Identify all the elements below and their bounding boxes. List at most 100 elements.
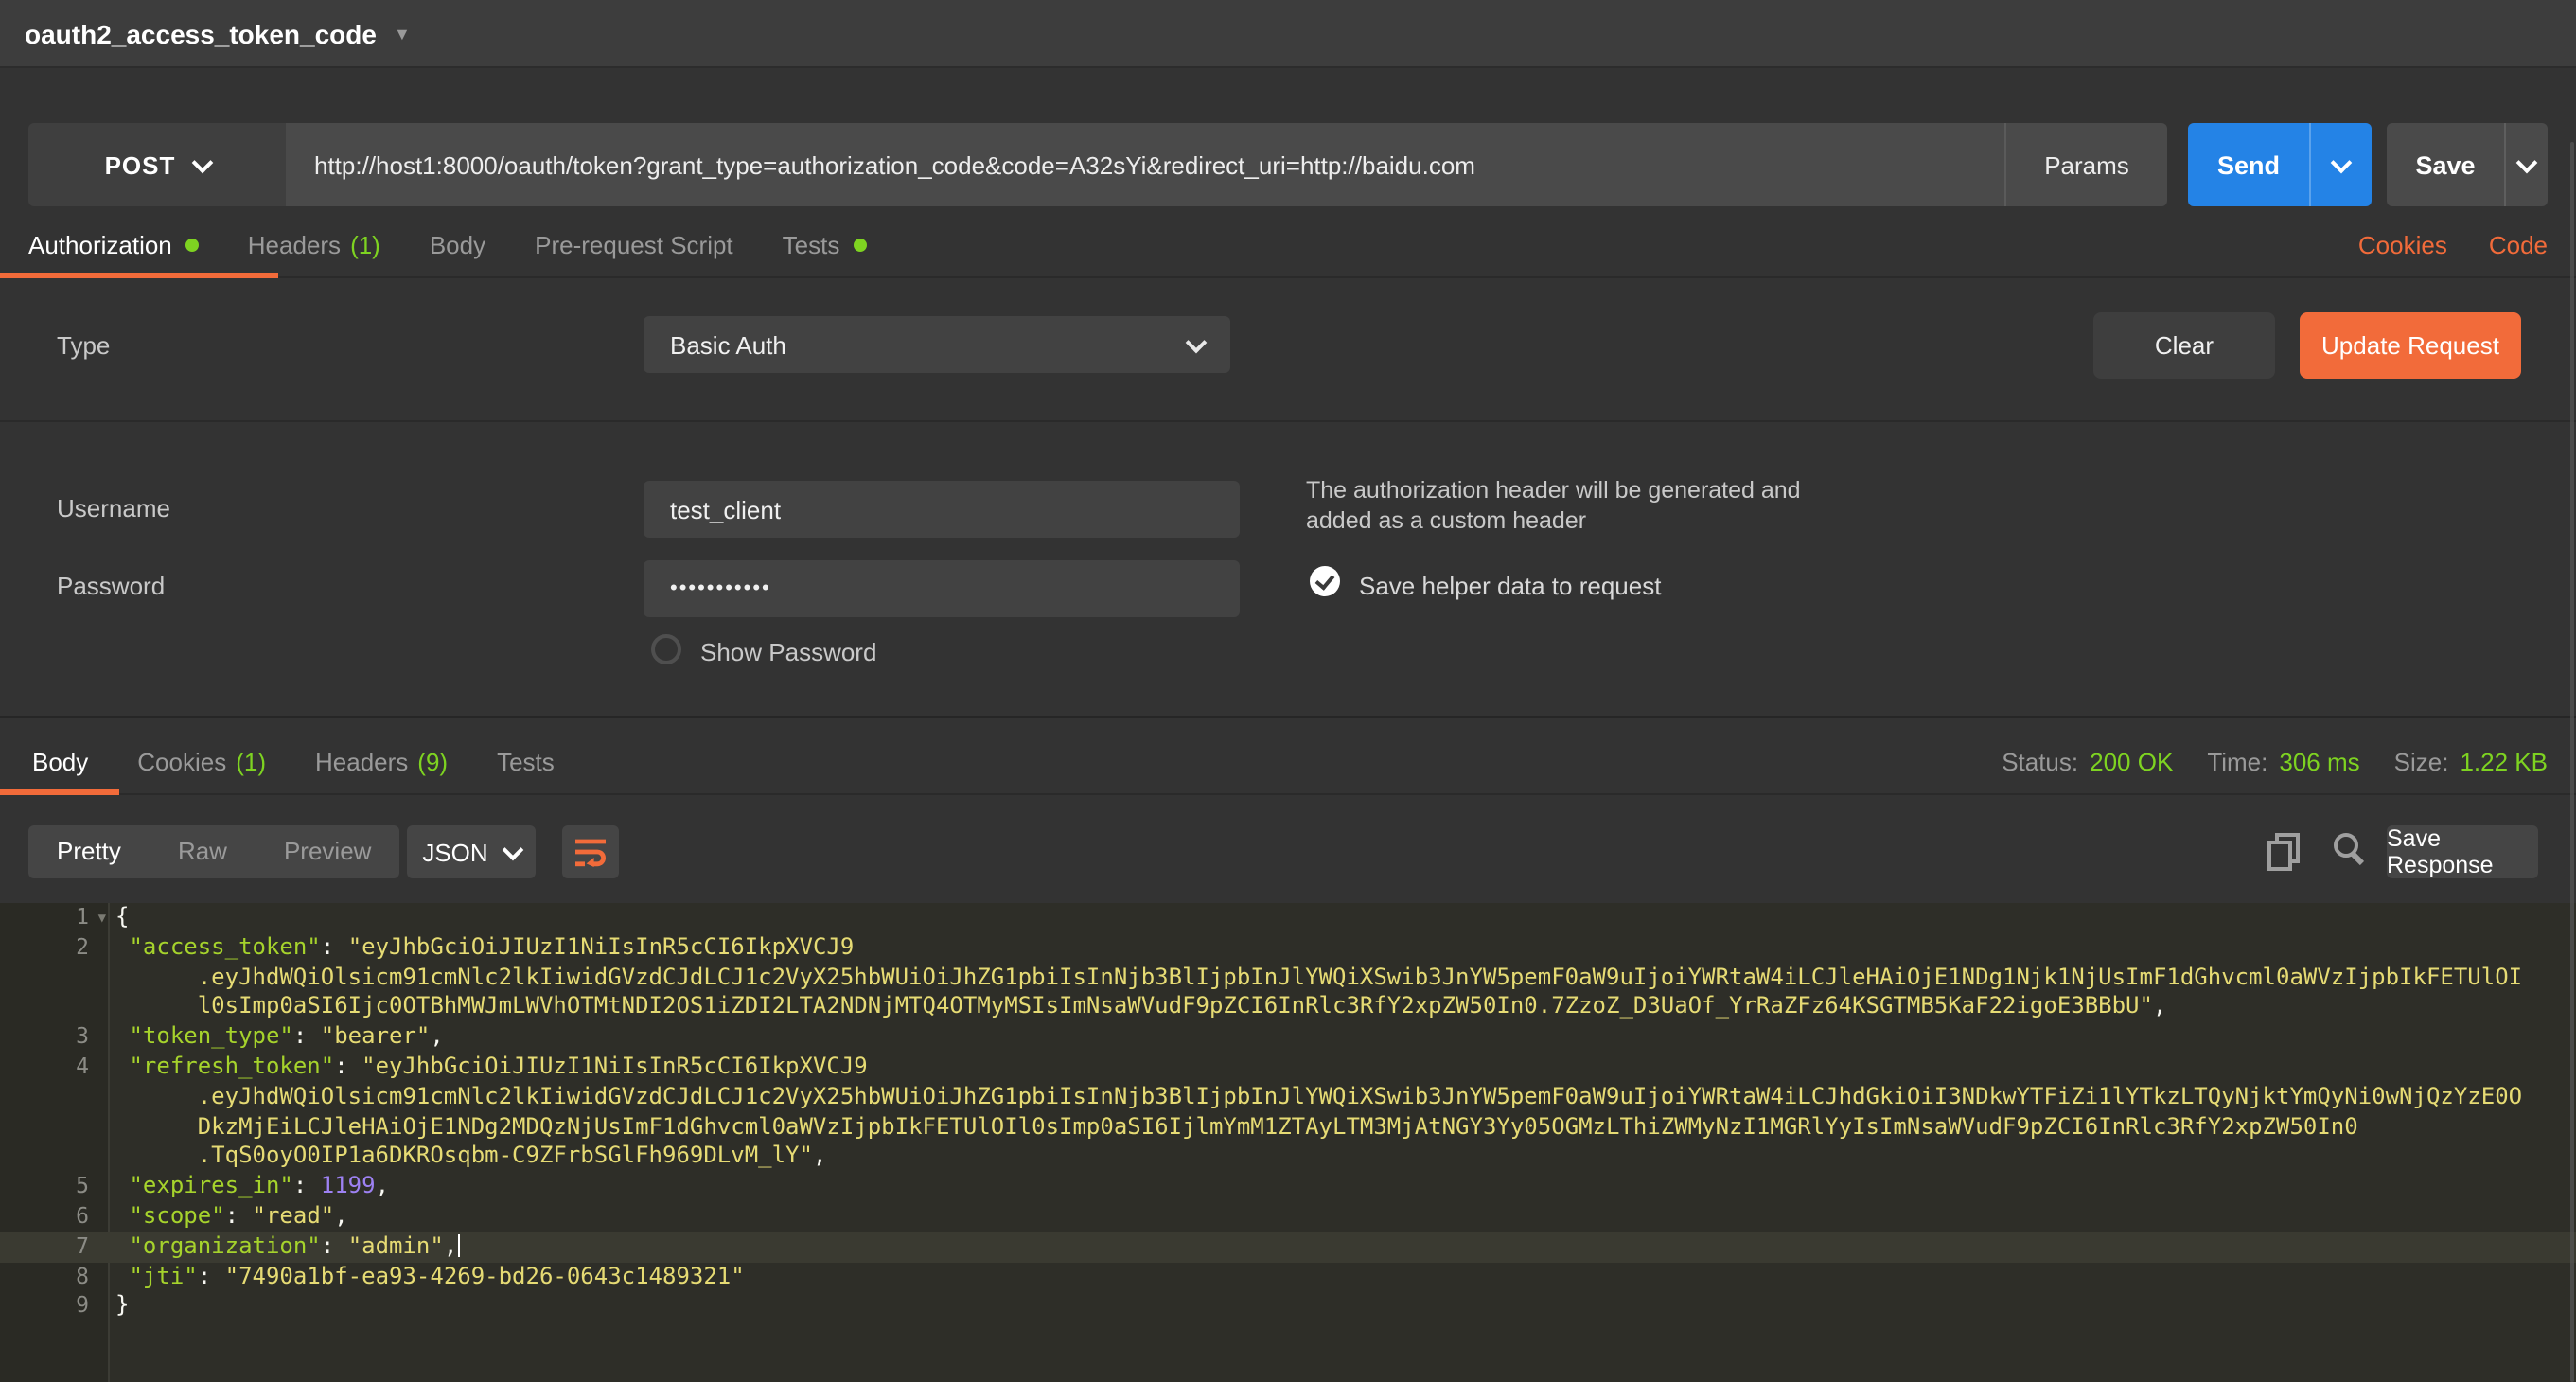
tab-dropdown-caret-icon[interactable]: ▼ [394, 24, 411, 43]
request-tabs: Authorization Headers (1) Body Pre-reque… [0, 212, 2576, 278]
password-input[interactable]: ••••••••••• [644, 560, 1240, 617]
code-line: DkzMjEiLCJleHAiOjE1NDg2MDQzNjUsImF1dGhvc… [0, 1112, 2576, 1143]
active-tab-underline [0, 273, 278, 278]
code-text: "access_token": "eyJhbGciOiJIUzI1NiIsInR… [108, 933, 2576, 964]
response-view-switch: Pretty Raw Preview [28, 825, 399, 878]
code-text: "jti": "7490a1bf-ea93-4269-bd26-0643c148… [108, 1262, 2576, 1292]
line-number: 7 [0, 1232, 108, 1263]
time-value: 306 ms [2279, 747, 2359, 775]
username-input[interactable]: test_client [644, 481, 1240, 538]
code-text: "refresh_token": "eyJhbGciOiJIUzI1NiIsIn… [108, 1053, 2576, 1083]
send-button[interactable]: Send [2188, 123, 2309, 206]
auth-type-dropdown[interactable]: Basic Auth [644, 316, 1230, 373]
url-group: POST http://host1:8000/oauth/token?grant… [28, 123, 2167, 206]
token-punc: , [444, 1232, 457, 1259]
token-str: "admin" [348, 1232, 444, 1259]
token-punc: : [293, 1022, 321, 1049]
request-builder-row: POST http://host1:8000/oauth/token?grant… [28, 123, 2548, 206]
show-password-label: Show Password [700, 638, 876, 666]
copy-icon[interactable] [2267, 833, 2298, 867]
scrollbar[interactable] [2570, 142, 2574, 1382]
url-value: http://host1:8000/oauth/token?grant_type… [314, 151, 1475, 179]
tab-pre-request-script[interactable]: Pre-request Script [510, 212, 758, 276]
fold-caret-icon[interactable]: ▼ [98, 905, 106, 935]
corner-links: Cookies Code [2358, 230, 2548, 258]
tab-label: Tests [783, 230, 840, 258]
method-dropdown[interactable]: POST [28, 123, 286, 206]
code-line: 2 "access_token": "eyJhbGciOiJIUzI1NiIsI… [0, 933, 2576, 964]
code-text: "scope": "read", [108, 1202, 2576, 1232]
code-line: 9} [0, 1292, 2576, 1322]
tab-authorization[interactable]: Authorization [0, 212, 223, 276]
save-helper-checkbox[interactable] [1310, 566, 1340, 596]
response-tab-tests[interactable]: Tests [472, 729, 579, 793]
token-str: .TqS0oyO0IP1a6DKROsqbm-C9ZFrbSGlFh969DLv… [198, 1143, 813, 1169]
response-tab-body[interactable]: Body [0, 729, 113, 793]
token-punc: , [334, 1202, 347, 1229]
token-punc: , [2153, 993, 2166, 1019]
code-line: .eyJhdWQiOlsicm91cmNlc2lkIiwidGVzdCJdLCJ… [0, 1083, 2576, 1113]
response-tab-cookies[interactable]: Cookies (1) [113, 729, 291, 793]
code-text: .eyJhdWQiOlsicm91cmNlc2lkIiwidGVzdCJdLCJ… [108, 963, 2576, 993]
tab-tests[interactable]: Tests [758, 212, 891, 276]
save-button[interactable]: Save [2387, 123, 2504, 206]
response-tabs: Body Cookies (1) Headers (9) Tests Statu… [0, 729, 2576, 795]
token-str: "read" [253, 1202, 335, 1229]
size-value: 1.22 KB [2460, 747, 2548, 775]
response-tab-headers[interactable]: Headers (9) [291, 729, 472, 793]
tab-count: (1) [350, 230, 380, 258]
status-label: Status: [2002, 747, 2078, 775]
code-link[interactable]: Code [2489, 230, 2548, 258]
save-options-button[interactable] [2504, 123, 2548, 206]
code-lines: 1▼{2 "access_token": "eyJhbGciOiJIUzI1Ni… [0, 903, 2576, 1321]
view-pretty-button[interactable]: Pretty [28, 825, 150, 878]
wrap-text-button[interactable] [562, 825, 619, 878]
params-button[interactable]: Params [2004, 123, 2167, 206]
status-value: 200 OK [2090, 747, 2173, 775]
postman-window: oauth2_access_token_code ▼ POST http://h… [0, 0, 2576, 1382]
line-number [0, 993, 108, 1023]
code-line: 6 "scope": "read", [0, 1202, 2576, 1232]
line-number: 5 [0, 1172, 108, 1202]
line-number [0, 1083, 108, 1113]
response-body-editor[interactable]: 1▼{2 "access_token": "eyJhbGciOiJIUzI1Ni… [0, 903, 2576, 1382]
response-format-dropdown[interactable]: JSON [407, 825, 536, 878]
update-request-button[interactable]: Update Request [2300, 312, 2521, 379]
code-line: .TqS0oyO0IP1a6DKROsqbm-C9ZFrbSGlFh969DLv… [0, 1143, 2576, 1173]
tab-label: Body [430, 230, 485, 258]
text-cursor [457, 1234, 460, 1257]
divider [0, 420, 2576, 422]
cookies-link[interactable]: Cookies [2358, 230, 2447, 258]
send-options-button[interactable] [2309, 123, 2372, 206]
tab-body[interactable]: Body [405, 212, 510, 276]
token-key: "expires_in" [129, 1172, 292, 1198]
format-label: JSON [422, 838, 487, 866]
code-text: .TqS0oyO0IP1a6DKROsqbm-C9ZFrbSGlFh969DLv… [108, 1143, 2576, 1173]
code-line: l0sImp0aSI6Ijc0OTBhMWJmLWVhOTMtNDI2OS1iZ… [0, 993, 2576, 1023]
token-str: l0sImp0aSI6Ijc0OTBhMWJmLWVhOTMtNDI2OS1iZ… [198, 993, 2153, 1019]
code-line: 5 "expires_in": 1199, [0, 1172, 2576, 1202]
token-punc: : [321, 933, 348, 960]
clear-button[interactable]: Clear [2093, 312, 2275, 379]
note-line: The authorization header will be generat… [1306, 475, 1801, 505]
size-label: Size: [2394, 747, 2449, 775]
search-icon[interactable] [2334, 833, 2366, 865]
request-tab-title[interactable]: oauth2_access_token_code [25, 18, 377, 48]
active-tab-underline [0, 789, 119, 795]
url-input[interactable]: http://host1:8000/oauth/token?grant_type… [286, 123, 2004, 206]
tab-label: Headers [248, 230, 341, 258]
auth-type-label: Type [57, 331, 110, 360]
view-raw-button[interactable]: Raw [150, 825, 256, 878]
show-password-toggle[interactable] [651, 634, 681, 664]
tab-headers[interactable]: Headers (1) [223, 212, 405, 276]
save-response-button[interactable]: Save Response [2387, 825, 2538, 878]
line-number: 3 [0, 1022, 108, 1053]
username-label: Username [57, 494, 170, 523]
username-value: test_client [670, 495, 781, 523]
line-number: 9 [0, 1292, 108, 1322]
tab-count: (1) [236, 747, 266, 775]
code-text: "expires_in": 1199, [108, 1172, 2576, 1202]
token-str: "bearer" [321, 1022, 431, 1049]
send-button-group: Send [2188, 123, 2372, 206]
view-preview-button[interactable]: Preview [256, 825, 400, 878]
